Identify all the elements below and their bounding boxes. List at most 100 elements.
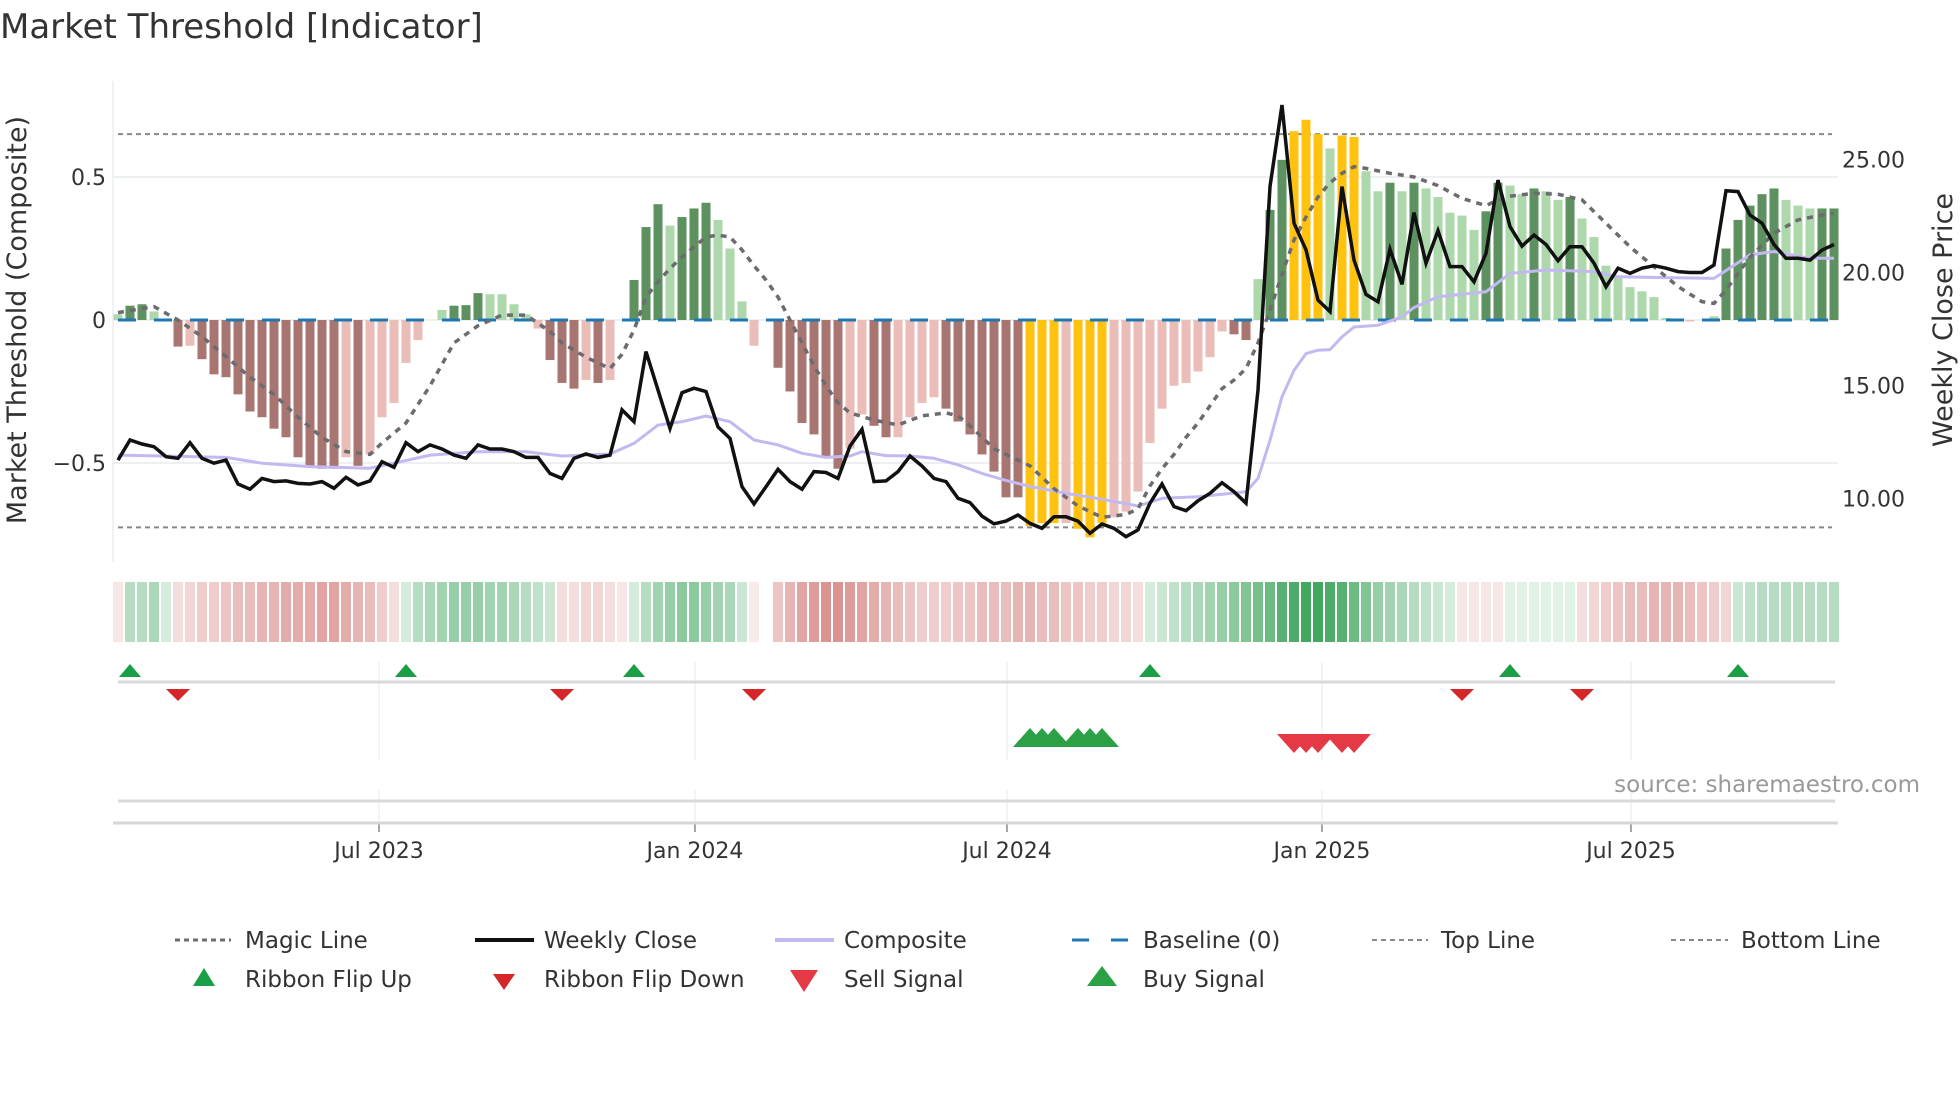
- ribbon-cell: [377, 582, 387, 642]
- ribbon-cell: [821, 582, 831, 642]
- ribbon-flip-down-marker: [1570, 689, 1594, 701]
- ribbon-cell: [257, 582, 267, 642]
- ribbon-cell: [1313, 582, 1323, 642]
- ribbon-cell: [1085, 582, 1095, 642]
- buy-triangle-icon: [1087, 966, 1117, 986]
- ribbon-cell: [497, 582, 507, 642]
- ribbon-cell: [965, 582, 975, 642]
- composite-bar: [581, 320, 591, 381]
- ribbon-cell: [1781, 582, 1791, 642]
- composite-bar: [773, 320, 783, 368]
- composite-bar: [269, 320, 279, 429]
- legend-label: Ribbon Flip Up: [245, 967, 412, 993]
- ribbon-cell: [1541, 582, 1551, 642]
- ribbon-cell: [893, 582, 903, 642]
- composite-bar: [929, 320, 939, 398]
- ribbon-cell: [509, 582, 519, 642]
- ribbon-cell: [689, 582, 699, 642]
- right-tick-label: 25.00: [1842, 149, 1905, 174]
- composite-bar: [1241, 320, 1251, 341]
- composite-bar: [173, 320, 183, 347]
- ribbon-flip-down-marker: [742, 689, 766, 701]
- ribbon-cell: [281, 582, 291, 642]
- magic-line: [117, 164, 1835, 520]
- legend-label: Buy Signal: [1143, 967, 1265, 993]
- composite-bar: [1613, 277, 1623, 320]
- x-tick-label: Jul 2025: [1584, 839, 1676, 864]
- ribbon-cell: [953, 582, 963, 642]
- ribbon-cell: [113, 582, 123, 642]
- ribbon-flip-up-marker: [623, 664, 645, 677]
- composite-bar: [1433, 197, 1443, 320]
- ribbon-cell: [1049, 582, 1059, 642]
- composite-bar: [293, 320, 303, 458]
- composite-bar: [1829, 208, 1839, 320]
- ribbon-cell: [425, 582, 435, 642]
- ribbon-cell: [797, 582, 807, 642]
- flip-down-triangle-icon: [493, 974, 515, 990]
- ribbon-cell: [185, 582, 195, 642]
- composite-bar: [701, 202, 711, 320]
- x-tick-label: Jul 2023: [332, 839, 424, 864]
- composite-bar: [1637, 291, 1647, 320]
- ribbon-cell: [1169, 582, 1179, 642]
- composite-bar: [821, 320, 831, 458]
- composite-bar: [917, 320, 927, 403]
- ribbon-flip-up-marker: [395, 664, 417, 677]
- ribbon-cell: [1037, 582, 1047, 642]
- ribbon-cell: [1013, 582, 1023, 642]
- composite-bar: [341, 320, 351, 458]
- ribbon-cell: [533, 582, 543, 642]
- ribbon-cell: [1205, 582, 1215, 642]
- x-tick-label: Jul 2024: [960, 839, 1052, 864]
- x-tick-label: Jan 2024: [645, 839, 744, 864]
- composite-bar: [221, 320, 231, 378]
- x-tick-label: Jan 2025: [1272, 839, 1371, 864]
- ribbon-cell: [413, 582, 423, 642]
- composite-bar: [869, 320, 879, 426]
- legend-label: Top Line: [1440, 928, 1535, 954]
- ribbon-cell: [641, 582, 651, 642]
- composite-bar: [1109, 320, 1119, 518]
- ribbon-cell: [353, 582, 363, 642]
- composite-bar: [605, 320, 615, 381]
- ribbon-cell: [449, 582, 459, 642]
- composite-bar: [1817, 208, 1827, 320]
- composite-bar: [1349, 136, 1359, 320]
- source-label: source: sharemaestro.com: [1614, 772, 1920, 798]
- composite-bar: [365, 320, 375, 455]
- ribbon-cell: [1637, 582, 1647, 642]
- ribbon-cell: [1373, 582, 1383, 642]
- left-axis-ticks: 0.5 0 −0.5: [53, 166, 106, 477]
- composite-bar: [1205, 320, 1215, 358]
- composite-bar: [1733, 219, 1743, 320]
- ribbon-cell: [437, 582, 447, 642]
- ribbon-cell: [941, 582, 951, 642]
- composite-bar: [1517, 194, 1527, 320]
- ribbon-cell: [1505, 582, 1515, 642]
- ribbon-flip-up-marker: [1499, 664, 1521, 677]
- ribbon-cell: [1469, 582, 1479, 642]
- right-axis-ticks: 25.00 20.00 15.00 10.00: [1842, 149, 1905, 513]
- composite-bar: [401, 320, 411, 363]
- composite-bar: [1145, 320, 1155, 443]
- ribbon-cell: [329, 582, 339, 642]
- ribbon-cell: [725, 582, 735, 642]
- ribbon-cell: [605, 582, 615, 642]
- ribbon-cell: [1613, 582, 1623, 642]
- composite-bar: [1625, 287, 1635, 320]
- ribbon-cell: [1697, 582, 1707, 642]
- composite-bar: [1025, 320, 1035, 526]
- composite-bar: [1085, 320, 1095, 538]
- composite-bar: [1037, 320, 1047, 524]
- composite-bar: [953, 320, 963, 422]
- ribbon-cell: [881, 582, 891, 642]
- ribbon-cell: [977, 582, 987, 642]
- ribbon-cell: [701, 582, 711, 642]
- composite-bar: [833, 320, 843, 469]
- ribbon-flip-down-marker: [1450, 689, 1474, 701]
- ribbon-cell: [1577, 582, 1587, 642]
- ribbon-cell: [1709, 582, 1719, 642]
- ribbon-cell: [1253, 582, 1263, 642]
- market-threshold-chart: Market Threshold [Indicator] 0.5 0 −0.5 …: [0, 7, 1959, 993]
